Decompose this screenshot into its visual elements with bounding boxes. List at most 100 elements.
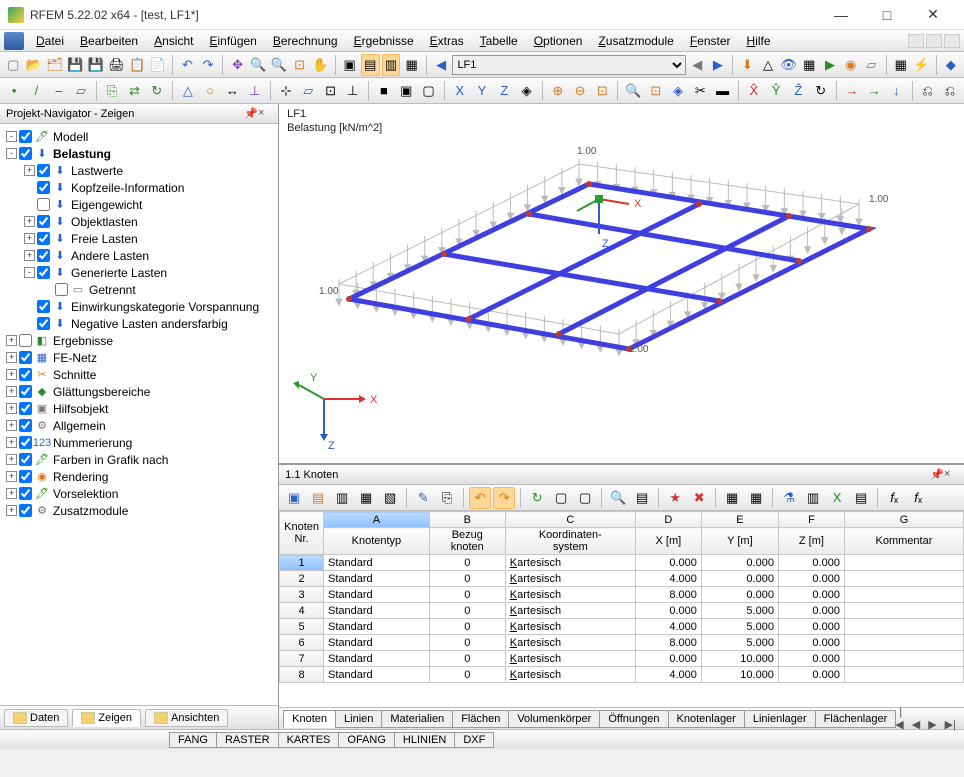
table-tab-linien[interactable]: Linien xyxy=(335,710,382,728)
tree-expander-icon[interactable] xyxy=(24,199,35,210)
mirror-icon[interactable]: ⇄ xyxy=(124,80,144,102)
tree-item[interactable]: +⬇Objektlasten xyxy=(2,213,276,230)
tree-checkbox[interactable] xyxy=(19,504,32,517)
tree-expander-icon[interactable]: - xyxy=(24,267,35,278)
table-filter-icon[interactable]: ⚗ xyxy=(778,487,800,509)
tree-item[interactable]: +⬇Andere Lasten xyxy=(2,247,276,264)
tree-item[interactable]: ⬇Negative Lasten andersfarbig xyxy=(2,315,276,332)
tree-item[interactable]: +⬇Freie Lasten xyxy=(2,230,276,247)
status-tab-kartes[interactable]: KARTES xyxy=(278,732,340,748)
tree-checkbox[interactable] xyxy=(19,147,32,160)
pan-icon[interactable]: ✋ xyxy=(311,54,330,76)
tree-checkbox[interactable] xyxy=(37,198,50,211)
table-row[interactable]: 8Standard0Kartesisch4.00010.0000.000 xyxy=(280,667,964,683)
pin-icon[interactable]: 📌 xyxy=(244,107,258,121)
tree-checkbox[interactable] xyxy=(37,215,50,228)
table-copy-icon[interactable]: ⎘ xyxy=(436,487,458,509)
menu-optionen[interactable]: Optionen xyxy=(526,32,591,50)
table-fn-icon[interactable]: fₓ xyxy=(907,487,929,509)
tree-checkbox[interactable] xyxy=(19,385,32,398)
tree-expander-icon[interactable] xyxy=(24,318,35,329)
tree-checkbox[interactable] xyxy=(55,283,68,296)
tree-expander-icon[interactable]: + xyxy=(6,505,17,516)
view3-icon[interactable]: ▥ xyxy=(382,54,401,76)
table-icon4[interactable]: ▦ xyxy=(355,487,377,509)
table-zoom-icon[interactable]: 🔍 xyxy=(607,487,629,509)
axis-z-icon[interactable]: Ẑ xyxy=(788,80,808,102)
loadcase-select[interactable]: LF1 xyxy=(452,55,685,75)
tree-item[interactable]: -🖊Modell xyxy=(2,128,276,145)
table-tab-materialien[interactable]: Materialien xyxy=(381,710,453,728)
mdi-controls[interactable] xyxy=(908,34,960,48)
maximize-button[interactable]: □ xyxy=(864,0,910,30)
tree-expander-icon[interactable]: + xyxy=(6,369,17,380)
show-supports-icon[interactable]: △ xyxy=(759,54,778,76)
table-row[interactable]: 2Standard0Kartesisch4.0000.0000.000 xyxy=(280,571,964,587)
tree-item[interactable]: +◉Rendering xyxy=(2,468,276,485)
table-grid1-icon[interactable]: ▦ xyxy=(721,487,743,509)
table-tab-knotenlager[interactable]: Knotenlager xyxy=(668,710,745,728)
view-x-icon[interactable]: X xyxy=(450,80,470,102)
close-panel-icon[interactable]: × xyxy=(258,107,272,121)
table-icon8[interactable]: ▢ xyxy=(550,487,572,509)
table-row[interactable]: 4Standard0Kartesisch0.0005.0000.000 xyxy=(280,603,964,619)
table-nodes-icon[interactable]: ▣ xyxy=(283,487,305,509)
view-z-icon[interactable]: Z xyxy=(494,80,514,102)
view2-icon[interactable]: ▤ xyxy=(361,54,380,76)
menu-ergebnisse[interactable]: Ergebnisse xyxy=(346,32,422,50)
menu-hilfe[interactable]: Hilfe xyxy=(739,32,779,50)
tree-expander-icon[interactable]: + xyxy=(6,437,17,448)
tree-item[interactable]: ⬇Eigengewicht xyxy=(2,196,276,213)
report-icon[interactable]: 📋 xyxy=(128,54,147,76)
member-icon[interactable]: ⎯ xyxy=(49,80,69,102)
tree-expander-icon[interactable]: + xyxy=(6,420,17,431)
table-refresh-icon[interactable]: ↻ xyxy=(526,487,548,509)
tree-item[interactable]: +▣Hilfsobjekt xyxy=(2,400,276,417)
tree-item[interactable]: +⬇Lastwerte xyxy=(2,162,276,179)
table-row[interactable]: 1Standard0Kartesisch0.0000.0000.000 xyxy=(280,555,964,571)
snap-icon[interactable]: ⊡ xyxy=(320,80,340,102)
tree-item[interactable]: ⬇Einwirkungskategorie Vorspannung xyxy=(2,298,276,315)
tree-expander-icon[interactable]: + xyxy=(24,216,35,227)
table-tab-flächenlager[interactable]: Flächenlager xyxy=(815,710,897,728)
tree-checkbox[interactable] xyxy=(19,334,32,347)
minimize-button[interactable]: — xyxy=(818,0,864,30)
load-z-icon[interactable]: ↓ xyxy=(886,80,906,102)
tree-checkbox[interactable] xyxy=(19,419,32,432)
show-loads-icon[interactable]: ⬇ xyxy=(738,54,757,76)
tree-expander-icon[interactable]: + xyxy=(24,233,35,244)
tab-scroll-prev-icon[interactable]: ◀ xyxy=(908,719,924,731)
tree-item[interactable]: +⚙Zusatzmodule xyxy=(2,502,276,519)
model-viewport[interactable]: LF1 Belastung [kN/m^2] xyxy=(279,104,964,464)
status-tab-dxf[interactable]: DXF xyxy=(454,732,494,748)
print-icon[interactable]: 🖨 xyxy=(107,54,126,76)
scale-down-icon[interactable]: ⊖ xyxy=(570,80,590,102)
tree-item[interactable]: -⬇Belastung xyxy=(2,145,276,162)
tree-expander-icon[interactable]: - xyxy=(6,148,17,159)
copy-icon[interactable]: ⎘ xyxy=(102,80,122,102)
render-icon[interactable]: ◉ xyxy=(841,54,860,76)
tree-checkbox[interactable] xyxy=(19,470,32,483)
tree-expander-icon[interactable]: + xyxy=(24,250,35,261)
tree-expander-icon[interactable]: + xyxy=(6,454,17,465)
table-del-icon[interactable]: ✖ xyxy=(688,487,710,509)
node-icon[interactable]: • xyxy=(4,80,24,102)
zoom-window-icon[interactable]: 🔍 xyxy=(270,54,289,76)
zoom-all-icon[interactable]: ⊡ xyxy=(290,54,309,76)
surface-icon[interactable]: ▱ xyxy=(71,80,91,102)
tree-item[interactable]: +◧Ergebnisse xyxy=(2,332,276,349)
tree-checkbox[interactable] xyxy=(37,300,50,313)
table-row[interactable]: 3Standard0Kartesisch8.0000.0000.000 xyxy=(280,587,964,603)
tree-item[interactable]: +◆Glättungsbereiche xyxy=(2,383,276,400)
persp-icon[interactable]: ◈ xyxy=(668,80,688,102)
status-tab-ofang[interactable]: OFANG xyxy=(338,732,395,748)
render-solid-icon[interactable]: ■ xyxy=(374,80,394,102)
menu-datei[interactable]: Datei xyxy=(28,32,72,50)
table-icon3[interactable]: ▥ xyxy=(331,487,353,509)
tree-checkbox[interactable] xyxy=(19,130,32,143)
tree-expander-icon[interactable] xyxy=(24,301,35,312)
load-y-icon[interactable]: → xyxy=(864,80,884,102)
tree-checkbox[interactable] xyxy=(19,453,32,466)
tree-item[interactable]: ⬇Kopfzeile-Information xyxy=(2,179,276,196)
nav-next-icon[interactable]: ▶ xyxy=(709,54,728,76)
